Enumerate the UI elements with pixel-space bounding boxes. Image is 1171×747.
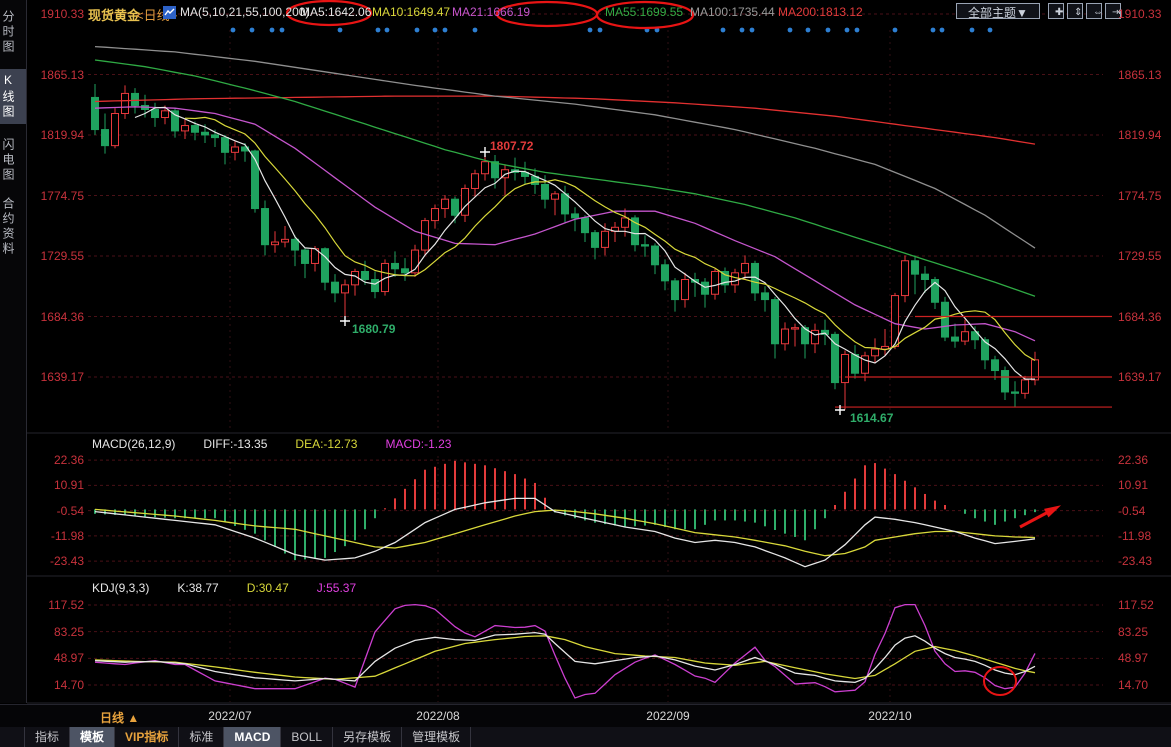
- ma-readout: MA200:1813.12: [778, 5, 863, 19]
- bottom-toolbar: 指标模板VIP指标标准MACDBOLL另存模板管理模板: [0, 727, 1171, 747]
- chart-header: 现货黄金 <日线> MA(5,10,21,55,100,200) MA5:164…: [0, 0, 1171, 27]
- toolbar-tab-指标[interactable]: 指标: [25, 727, 70, 747]
- sidebar-item-闪电图[interactable]: 闪电图: [0, 138, 26, 183]
- axis-tick: 1684.36: [18, 310, 84, 324]
- axis-tick: -23.43: [1118, 554, 1152, 568]
- kdj-title: KDJ(9,3,3): [92, 581, 149, 595]
- axis-tick: 1639.17: [18, 370, 84, 384]
- toolbar-spacer: [0, 727, 25, 747]
- axis-tick: 1819.94: [18, 128, 84, 142]
- ma-readout: MA21:1666.19: [452, 5, 530, 19]
- axis-tick: -0.54: [1118, 504, 1145, 518]
- ma-readout: MA100:1735.44: [690, 5, 775, 19]
- axis-tick: 1729.55: [1118, 249, 1161, 263]
- period-selector[interactable]: 日线 ▲: [100, 709, 139, 726]
- axis-tick: 10.91: [1118, 478, 1148, 492]
- price-annotation: 1680.79: [352, 322, 395, 336]
- ma-settings-label: MA(5,10,21,55,100,200): [180, 5, 309, 19]
- axis-tick: 10.91: [18, 478, 84, 492]
- axis-tick: 1865.13: [1118, 68, 1161, 82]
- axis-tick: 117.52: [18, 598, 84, 612]
- ma-readout: MA55:1699.55: [605, 5, 683, 19]
- toolbar-tab-管理模板[interactable]: 管理模板: [402, 727, 471, 747]
- axis-tick: 22.36: [1118, 453, 1148, 467]
- indicator-readout: DIFF:-13.35: [203, 437, 267, 451]
- axis-tick: -0.54: [18, 504, 84, 518]
- axis-tick: 14.70: [18, 678, 84, 692]
- trading-terminal: 现货黄金 <日线> MA(5,10,21,55,100,200) MA5:164…: [0, 0, 1171, 747]
- indicator-readout: D:30.47: [247, 581, 289, 595]
- kdj-panel-header: KDJ(9,3,3) K:38.77 D:30.47 J:55.37: [92, 581, 384, 595]
- h-scale-icon[interactable]: ⇔: [1086, 3, 1102, 19]
- theme-dropdown-button[interactable]: 全部主题▼: [956, 3, 1040, 19]
- toolbar-tab-BOLL[interactable]: BOLL: [281, 727, 333, 747]
- axis-tick: 1910.33: [1118, 7, 1161, 21]
- sidebar-item-合约资料[interactable]: 合约资料: [0, 197, 26, 257]
- price-annotation: 1807.72: [490, 139, 533, 153]
- indicator-readout: MACD:-1.23: [385, 437, 451, 451]
- macd-panel-header: MACD(26,12,9) DIFF:-13.35 DEA:-12.73 MACD:-…: [92, 437, 479, 451]
- chart-plot[interactable]: [0, 0, 1171, 747]
- axis-tick: -23.43: [18, 554, 84, 568]
- indicator-readout: K:38.77: [177, 581, 218, 595]
- macd-title: MACD(26,12,9): [92, 437, 175, 451]
- ma-readout: MA5:1642.06: [300, 5, 371, 19]
- indicator-readout: J:55.37: [317, 581, 356, 595]
- toolbar-tab-另存模板[interactable]: 另存模板: [333, 727, 402, 747]
- axis-tick: 1639.17: [1118, 370, 1161, 384]
- axis-tick: 1684.36: [1118, 310, 1161, 324]
- axis-tick: 1910.33: [18, 7, 84, 21]
- crosshair-icon[interactable]: ✚: [1048, 3, 1064, 19]
- date-tick: 2022/07: [190, 709, 270, 723]
- axis-tick: 1865.13: [18, 68, 84, 82]
- symbol-title: 现货黄金: [88, 5, 140, 24]
- axis-tick: 1819.94: [1118, 128, 1161, 142]
- axis-tick: 48.97: [1118, 651, 1148, 665]
- date-tick: 2022/09: [628, 709, 708, 723]
- chart-icon: [163, 6, 176, 22]
- toolbar-tab-标准[interactable]: 标准: [179, 727, 224, 747]
- v-scale-icon[interactable]: ⇕: [1067, 3, 1083, 19]
- toolbar-tab-模板[interactable]: 模板: [70, 727, 115, 747]
- kdj-readouts: K:38.77 D:30.47 J:55.37: [163, 581, 370, 595]
- axis-tick: 1729.55: [18, 249, 84, 263]
- axis-tick: 22.36: [18, 453, 84, 467]
- axis-tick: 48.97: [18, 651, 84, 665]
- axis-tick: -11.98: [18, 529, 84, 543]
- macd-readouts: DIFF:-13.35 DEA:-12.73 MACD:-1.23: [189, 437, 465, 451]
- axis-tick: 1774.75: [1118, 189, 1161, 203]
- axis-tick: 117.52: [1118, 598, 1154, 612]
- date-tick: 2022/10: [850, 709, 930, 723]
- date-tick: 2022/08: [398, 709, 478, 723]
- date-axis-row: 日线 ▲ 2022/07 2022/08 2022/09 2022/10: [0, 704, 1171, 729]
- toolbar-tab-VIP指标[interactable]: VIP指标: [115, 727, 179, 747]
- axis-tick: -11.98: [1118, 529, 1151, 543]
- axis-tick: 1774.75: [18, 189, 84, 203]
- ma-readout: MA10:1649.47: [372, 5, 450, 19]
- axis-tick: 83.25: [18, 625, 84, 639]
- axis-tick: 14.70: [1118, 678, 1148, 692]
- price-annotation: 1614.67: [850, 411, 893, 425]
- axis-tick: 83.25: [1118, 625, 1148, 639]
- indicator-readout: DEA:-12.73: [295, 437, 357, 451]
- toolbar-tab-MACD[interactable]: MACD: [224, 727, 281, 747]
